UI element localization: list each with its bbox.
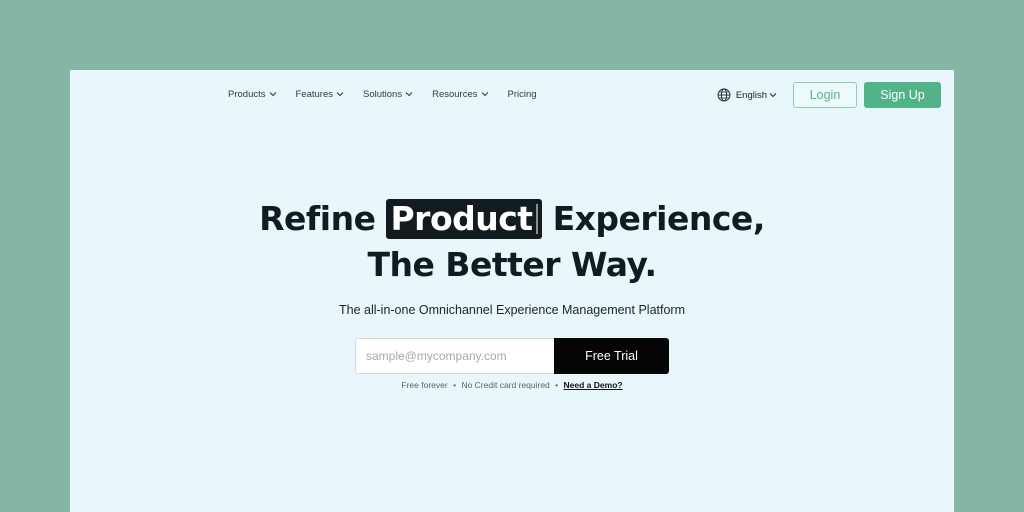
language-selector[interactable]: English bbox=[717, 88, 777, 102]
chevron-down-icon bbox=[269, 92, 276, 97]
headline-line2: The Better Way. bbox=[367, 245, 657, 284]
headline-highlight-text: Product bbox=[390, 199, 533, 238]
chevron-down-icon bbox=[336, 92, 344, 97]
globe-icon bbox=[717, 88, 731, 102]
bullet-separator: • bbox=[453, 380, 457, 390]
fineprint: Free forever • No Credit card required •… bbox=[70, 380, 954, 390]
need-demo-link[interactable]: Need a Demo? bbox=[564, 380, 623, 390]
nav-item-label: Solutions bbox=[363, 88, 403, 100]
fineprint-free-forever: Free forever bbox=[401, 380, 448, 390]
nav-item-label: Resources bbox=[432, 88, 478, 100]
nav-item-solutions[interactable]: Solutions bbox=[363, 89, 413, 100]
page-panel: Products Features Solutions Resources Pr… bbox=[70, 70, 954, 512]
chevron-down-icon bbox=[481, 92, 488, 97]
header-actions: English Login Sign Up bbox=[717, 82, 941, 108]
login-button[interactable]: Login bbox=[793, 82, 857, 108]
free-trial-button[interactable]: Free Trial bbox=[554, 338, 669, 374]
chevron-down-icon bbox=[405, 92, 413, 97]
headline-highlight: Product bbox=[386, 199, 542, 239]
nav-item-pricing[interactable]: Pricing bbox=[508, 89, 537, 100]
hero-section: Refine Product Experience, The Better Wa… bbox=[70, 196, 954, 288]
nav-item-label: Pricing bbox=[507, 88, 537, 100]
typing-cursor bbox=[535, 203, 538, 234]
free-trial-form: Free Trial bbox=[355, 338, 669, 374]
fineprint-no-credit-card: No Credit card required bbox=[461, 380, 550, 390]
nav-item-resources[interactable]: Resources bbox=[432, 89, 488, 100]
chevron-down-icon bbox=[769, 93, 777, 98]
signup-button[interactable]: Sign Up bbox=[864, 82, 941, 108]
nav-item-features[interactable]: Features bbox=[296, 89, 345, 100]
nav-item-products[interactable]: Products bbox=[228, 89, 277, 100]
nav-item-label: Features bbox=[295, 88, 334, 100]
language-label: English bbox=[735, 89, 767, 101]
nav-item-label: Products bbox=[228, 88, 266, 100]
main-nav: Products Features Solutions Resources Pr… bbox=[228, 87, 556, 101]
hero-subtitle: The all-in-one Omnichannel Experience Ma… bbox=[338, 303, 685, 317]
headline-word-experience: Experience, bbox=[552, 199, 766, 238]
hero-headline: Refine Product Experience, The Better Wa… bbox=[70, 196, 954, 288]
headline-word-refine: Refine bbox=[259, 199, 376, 238]
bullet-separator: • bbox=[555, 380, 559, 390]
email-input[interactable] bbox=[355, 338, 554, 374]
